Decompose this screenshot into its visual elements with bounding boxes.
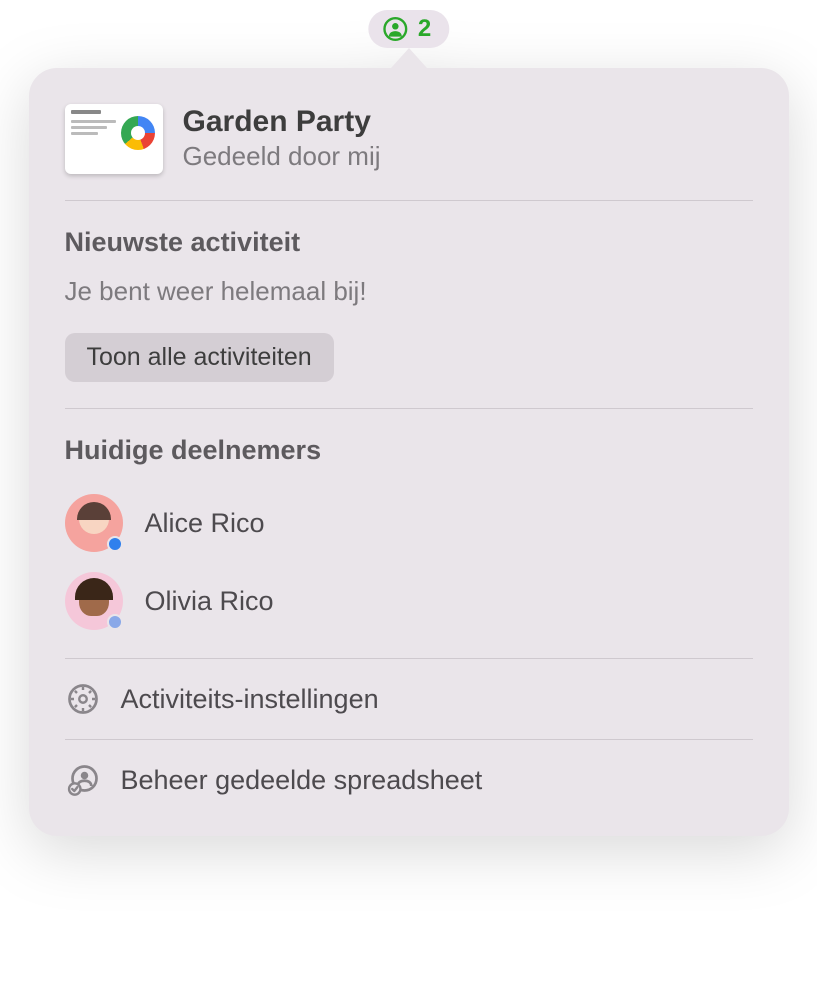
document-title: Garden Party bbox=[183, 104, 753, 140]
avatar bbox=[65, 494, 123, 552]
collaboration-popover: Garden Party Gedeeld door mij Nieuwste a… bbox=[29, 48, 789, 836]
collaboration-pill[interactable]: 2 bbox=[368, 10, 449, 48]
participant-row[interactable]: Olivia Rico bbox=[65, 562, 753, 640]
collaborator-count: 2 bbox=[418, 15, 431, 43]
participant-name: Alice Rico bbox=[145, 508, 265, 539]
popover-arrow bbox=[391, 48, 427, 68]
document-header: Garden Party Gedeeld door mij bbox=[65, 104, 753, 200]
participants-heading: Huidige deelnemers bbox=[65, 435, 753, 466]
manage-shared-item[interactable]: Beheer gedeelde spreadsheet bbox=[65, 740, 753, 806]
show-all-activities-button[interactable]: Toon alle activiteiten bbox=[65, 333, 334, 382]
participant-name: Olivia Rico bbox=[145, 586, 274, 617]
document-subtitle: Gedeeld door mij bbox=[183, 140, 753, 174]
participant-row[interactable]: Alice Rico bbox=[65, 484, 753, 562]
presence-dot-icon bbox=[107, 614, 123, 630]
activity-section: Nieuwste activiteit Je bent weer helemaa… bbox=[65, 201, 753, 408]
menu-label: Activiteits-instellingen bbox=[121, 684, 379, 715]
person-circle-icon bbox=[382, 16, 408, 42]
gear-icon bbox=[65, 681, 101, 717]
menu-label: Beheer gedeelde spreadsheet bbox=[121, 765, 483, 796]
manage-share-icon bbox=[65, 762, 101, 798]
avatar bbox=[65, 572, 123, 630]
activity-heading: Nieuwste activiteit bbox=[65, 227, 753, 258]
participants-section: Huidige deelnemers Alice Rico Olivia Ric… bbox=[65, 409, 753, 658]
presence-dot-icon bbox=[107, 536, 123, 552]
document-thumbnail bbox=[65, 104, 163, 174]
activity-status: Je bent weer helemaal bij! bbox=[65, 276, 753, 307]
activity-settings-item[interactable]: Activiteits-instellingen bbox=[65, 659, 753, 739]
